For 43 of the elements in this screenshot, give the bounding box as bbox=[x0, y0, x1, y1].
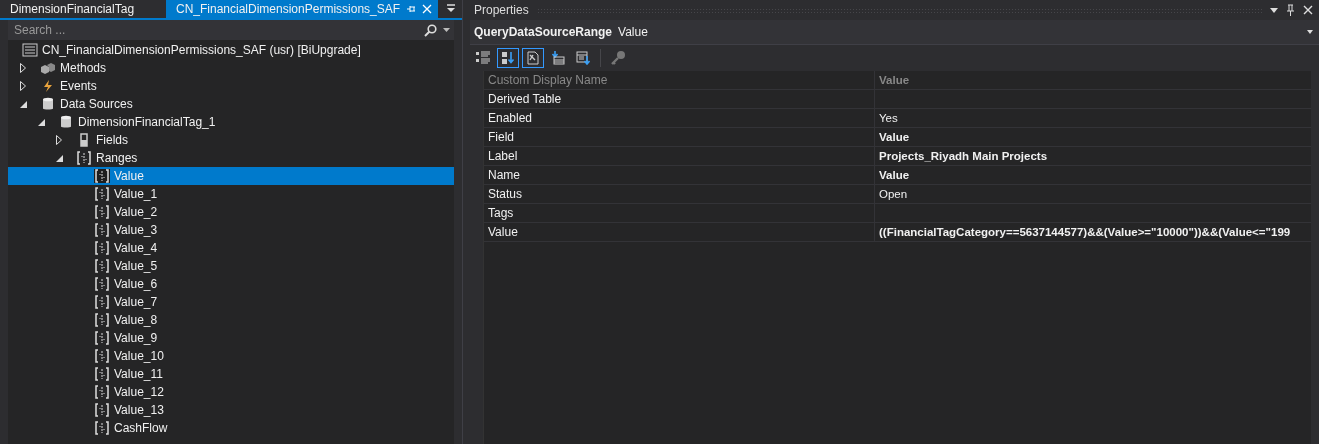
document-tab[interactable]: DimensionFinancialTag bbox=[0, 0, 166, 18]
property-name: Label bbox=[484, 147, 875, 165]
property-name: Value bbox=[484, 223, 875, 241]
property-name: Name bbox=[484, 166, 875, 184]
tree-item[interactable]: Ranges bbox=[8, 149, 454, 167]
tree-item[interactable]: CN_FinancialDimensionPermissions_SAF (usr) [BiUpgrade] bbox=[8, 41, 454, 59]
tree-item[interactable]: Value_11 bbox=[8, 365, 454, 383]
tree-item[interactable]: Value bbox=[8, 167, 454, 185]
property-name: Tags bbox=[484, 204, 875, 222]
tree-item[interactable]: Value_10 bbox=[8, 347, 454, 365]
property-name: Enabled bbox=[484, 109, 875, 127]
tree-item[interactable]: Value_2 bbox=[8, 203, 454, 221]
object-selector[interactable]: QueryDataSourceRange Value bbox=[470, 20, 1319, 45]
tree-item[interactable]: Events bbox=[8, 77, 454, 95]
tree-item[interactable]: CashFlow bbox=[8, 419, 454, 437]
property-name: Status bbox=[484, 185, 875, 203]
property-value[interactable]: Value bbox=[879, 169, 910, 181]
property-name: Derived Table bbox=[484, 90, 875, 108]
panel-title: Properties bbox=[474, 3, 529, 17]
tree-item[interactable]: Value_4 bbox=[8, 239, 454, 257]
tree-item[interactable]: Value_12 bbox=[8, 383, 454, 401]
tree-item[interactable]: Value_7 bbox=[8, 293, 454, 311]
tree-item[interactable]: Value_13 bbox=[8, 401, 454, 419]
tree-item[interactable]: Value_1 bbox=[8, 185, 454, 203]
tree-item[interactable]: Value_8 bbox=[8, 311, 454, 329]
property-value[interactable]: Projects_Riyadh Main Projects bbox=[879, 150, 1048, 162]
property-value[interactable]: ((FinancialTagCategory==5637144577)&&(Value>="10000"))&&(Value<="199 bbox=[879, 226, 1291, 238]
tree-item[interactable]: Value_5 bbox=[8, 257, 454, 275]
property-value[interactable]: Value bbox=[879, 131, 910, 143]
property-value[interactable]: Open bbox=[879, 188, 908, 200]
tree-item[interactable]: Methods bbox=[8, 59, 454, 77]
search-field[interactable]: Search ... bbox=[8, 20, 454, 40]
tree-item[interactable]: DimensionFinancialTag_1 bbox=[8, 113, 454, 131]
tree-item[interactable]: Fields bbox=[8, 131, 454, 149]
column-header: Custom Display Name bbox=[484, 71, 875, 89]
column-header: Value bbox=[878, 74, 911, 86]
search-input[interactable]: Search ... bbox=[8, 23, 418, 37]
tree-item[interactable]: Value_3 bbox=[8, 221, 454, 239]
property-name: Field bbox=[484, 128, 875, 146]
tree-item[interactable]: Data Sources bbox=[8, 95, 454, 113]
tree-item[interactable]: Value_6 bbox=[8, 275, 454, 293]
tree-item[interactable]: Value_9 bbox=[8, 329, 454, 347]
property-value[interactable]: Yes bbox=[879, 112, 898, 124]
